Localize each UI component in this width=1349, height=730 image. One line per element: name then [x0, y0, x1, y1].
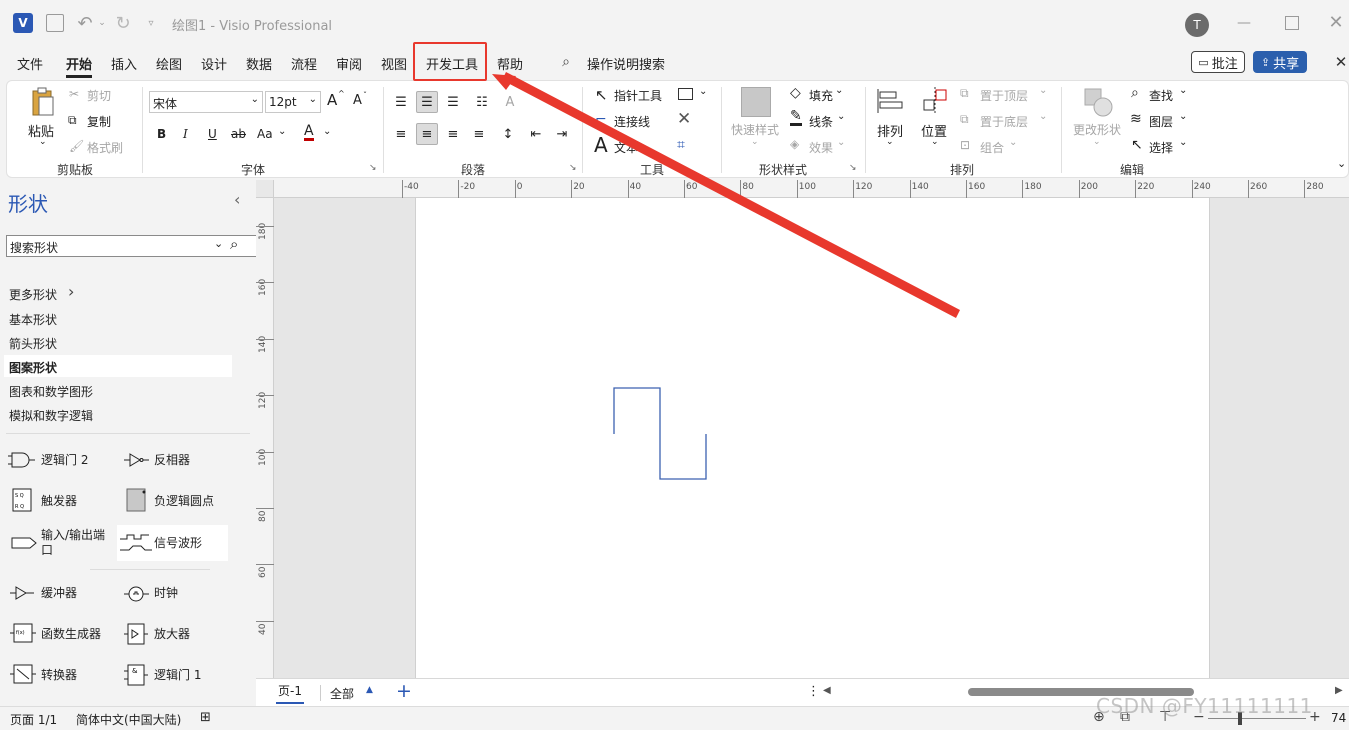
annotation-arrow: [492, 72, 960, 318]
visio-window: V ↶ ⌄ ↻ ▿ 绘图1 - Visio Professional T — ✕…: [0, 0, 1349, 730]
